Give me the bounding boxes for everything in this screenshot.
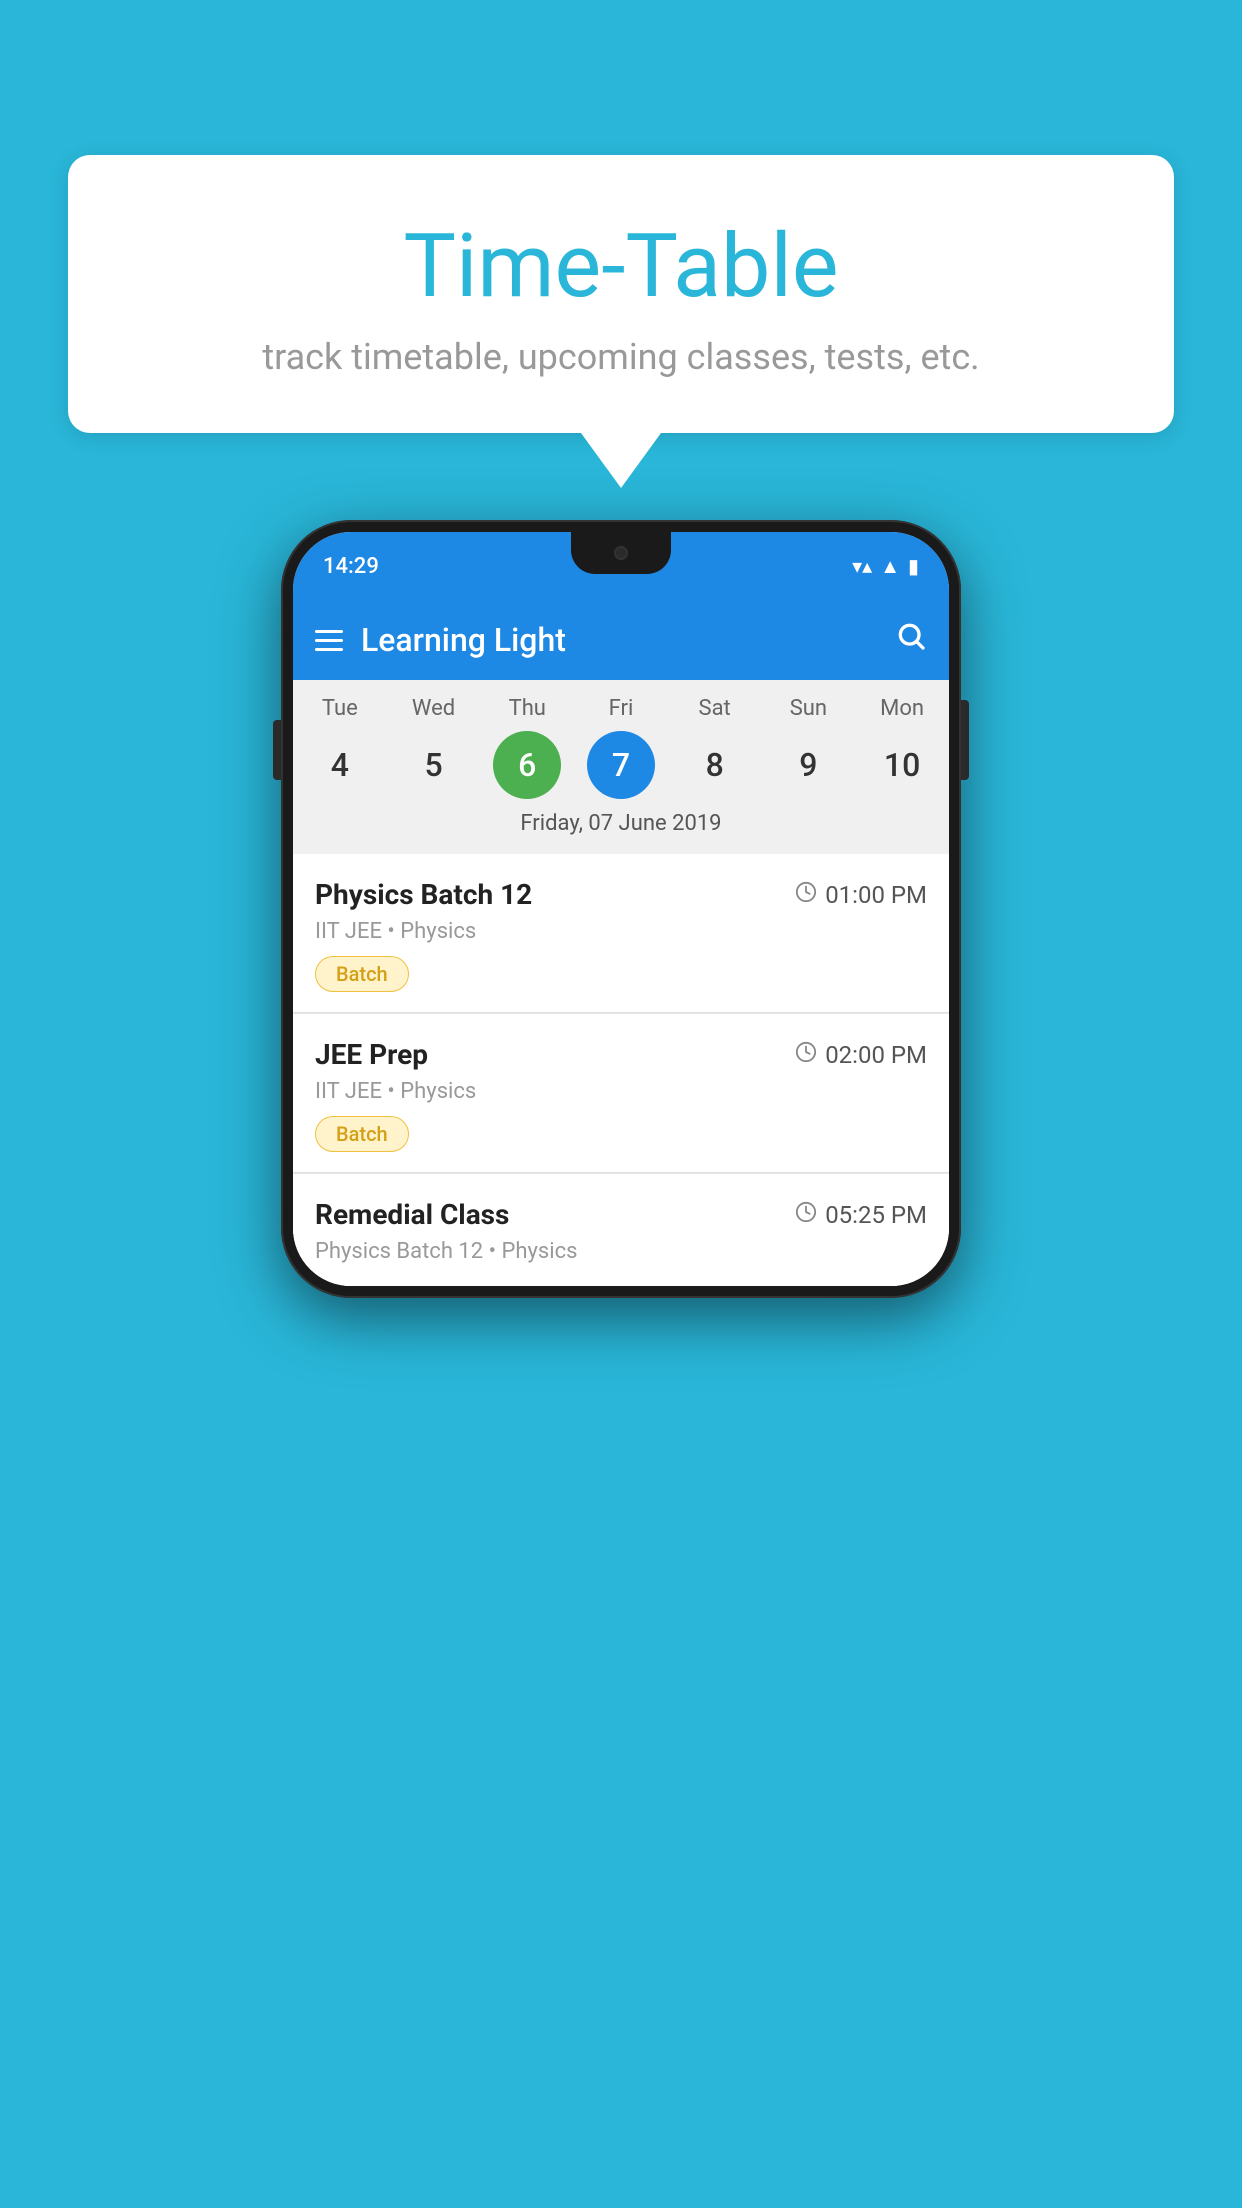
clock-icon-3	[795, 1201, 817, 1229]
status-bar: 14:29 ▾▴ ▲ ▮	[293, 532, 949, 600]
calendar-date-6-today[interactable]: 6	[493, 731, 561, 799]
class-meta-3: Physics Batch 12 • Physics	[315, 1239, 927, 1264]
class-list: Physics Batch 12 01:00 PM IIT JEE • P	[293, 854, 949, 1286]
speech-bubble-card: Time-Table track timetable, upcoming cla…	[68, 155, 1174, 433]
day-fri: Fri	[581, 696, 661, 721]
phone-mockup: 14:29 ▾▴ ▲ ▮ Learning	[281, 520, 961, 1298]
class-item-header-1: Physics Batch 12 01:00 PM	[315, 878, 927, 911]
status-time: 14:29	[323, 554, 379, 579]
class-meta-1: IIT JEE • Physics	[315, 919, 927, 944]
class-name-1: Physics Batch 12	[315, 878, 532, 911]
feature-title: Time-Table	[108, 215, 1134, 318]
camera	[614, 546, 628, 560]
batch-badge-2: Batch	[315, 1116, 409, 1152]
speech-bubble-arrow	[581, 433, 661, 488]
class-time-1: 01:00 PM	[795, 881, 927, 909]
clock-icon-2	[795, 1041, 817, 1069]
signal-icon: ▲	[880, 554, 900, 579]
class-item-header-2: JEE Prep 02:00 PM	[315, 1038, 927, 1071]
day-thu: Thu	[487, 696, 567, 721]
wifi-icon: ▾▴	[852, 554, 872, 578]
day-mon: Mon	[862, 696, 942, 721]
notch	[571, 532, 671, 574]
phone-outer-shell: 14:29 ▾▴ ▲ ▮ Learning	[281, 520, 961, 1298]
class-item-jee-prep[interactable]: JEE Prep 02:00 PM IIT JEE • Physics	[293, 1014, 949, 1173]
batch-badge-1: Batch	[315, 956, 409, 992]
class-name-2: JEE Prep	[315, 1038, 428, 1071]
calendar-date-9[interactable]: 9	[774, 731, 842, 799]
status-icons: ▾▴ ▲ ▮	[852, 554, 919, 579]
calendar-dates-row: 4 5 6 7 8 9 10	[293, 731, 949, 799]
calendar-days-row: Tue Wed Thu Fri Sat Sun Mon	[293, 696, 949, 721]
day-sat: Sat	[675, 696, 755, 721]
class-meta-2: IIT JEE • Physics	[315, 1079, 927, 1104]
hamburger-line-2	[315, 639, 343, 642]
hamburger-menu-button[interactable]	[315, 630, 343, 651]
calendar-date-8[interactable]: 8	[681, 731, 749, 799]
class-item-header-3: Remedial Class 05:25 PM	[315, 1198, 927, 1231]
class-name-3: Remedial Class	[315, 1198, 509, 1231]
day-wed: Wed	[394, 696, 474, 721]
class-time-text-3: 05:25 PM	[825, 1201, 927, 1229]
class-time-2: 02:00 PM	[795, 1041, 927, 1069]
calendar-date-4[interactable]: 4	[306, 731, 374, 799]
calendar-selected-label: Friday, 07 June 2019	[293, 811, 949, 842]
calendar-date-7-selected[interactable]: 7	[587, 731, 655, 799]
class-time-text-1: 01:00 PM	[825, 881, 927, 909]
feature-subtitle: track timetable, upcoming classes, tests…	[108, 336, 1134, 378]
app-title: Learning Light	[361, 621, 566, 659]
battery-icon: ▮	[908, 554, 919, 578]
day-tue: Tue	[300, 696, 380, 721]
calendar-strip: Tue Wed Thu Fri Sat Sun Mon 4 5 6 7 8 9 …	[293, 680, 949, 854]
hamburger-line-3	[315, 648, 343, 651]
class-item-remedial[interactable]: Remedial Class 05:25 PM Physics Batch	[293, 1174, 949, 1286]
clock-icon-1	[795, 881, 817, 909]
class-time-text-2: 02:00 PM	[825, 1041, 927, 1069]
speech-bubble-section: Time-Table track timetable, upcoming cla…	[68, 155, 1174, 488]
search-icon[interactable]	[895, 620, 927, 660]
phone-screen: 14:29 ▾▴ ▲ ▮ Learning	[293, 532, 949, 1286]
hamburger-line-1	[315, 630, 343, 633]
calendar-date-5[interactable]: 5	[400, 731, 468, 799]
app-header-left: Learning Light	[315, 621, 566, 659]
day-sun: Sun	[768, 696, 848, 721]
class-item-physics-batch-12[interactable]: Physics Batch 12 01:00 PM IIT JEE • P	[293, 854, 949, 1013]
class-time-3: 05:25 PM	[795, 1201, 927, 1229]
app-header: Learning Light	[293, 600, 949, 680]
calendar-date-10[interactable]: 10	[868, 731, 936, 799]
